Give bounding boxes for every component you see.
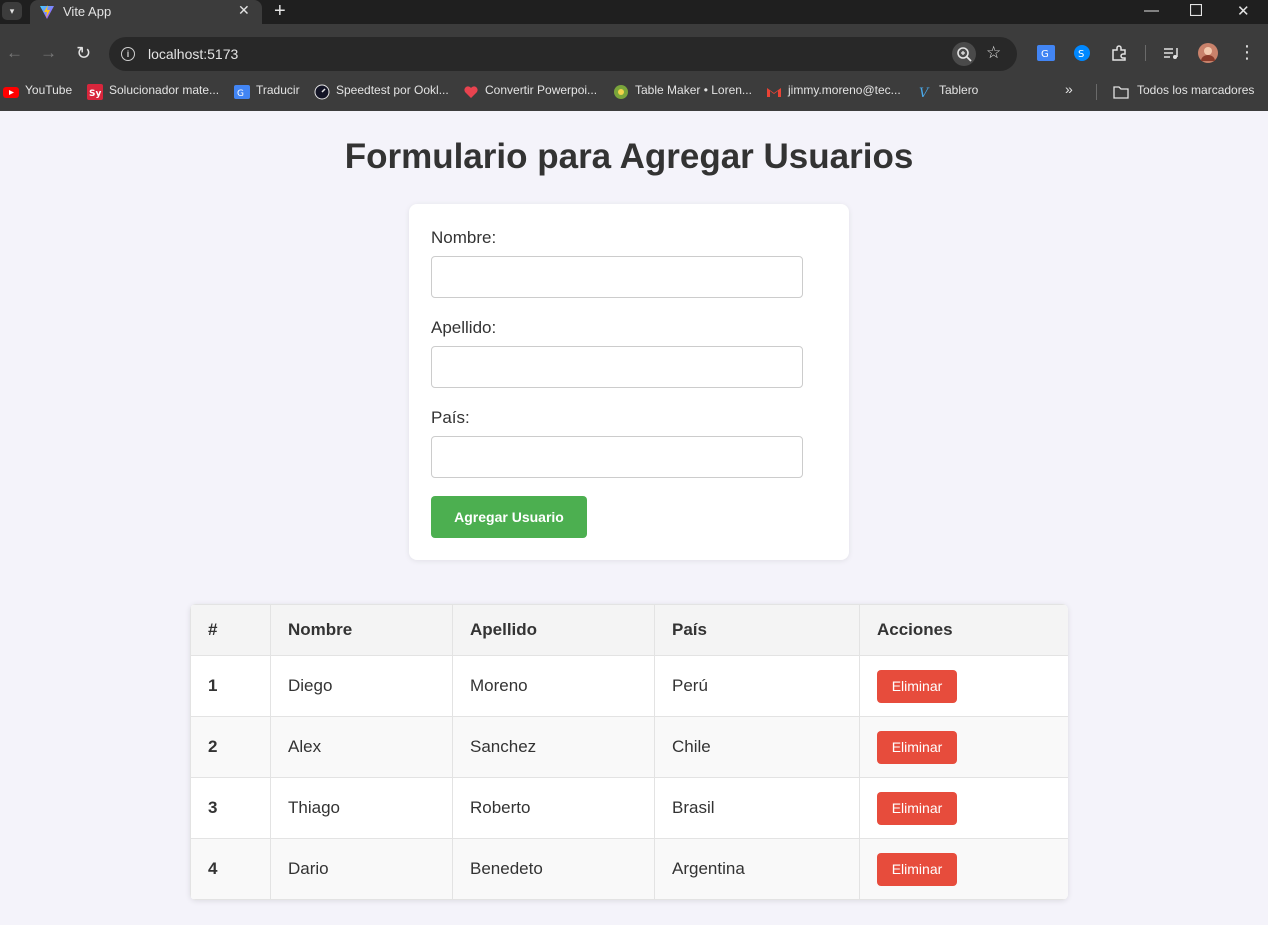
tablero-icon: V [919,86,930,100]
gmail-icon [767,88,781,97]
row-index: 2 [190,716,271,778]
toolbar-divider [1145,45,1146,61]
back-icon[interactable]: ← [6,44,23,62]
page-title: Formulario para Agregar Usuarios [344,137,914,176]
page-content: Formulario para Agregar Usuarios Nombre:… [0,111,1268,925]
all-bookmarks-folder[interactable]: Todos los marcadores [1137,83,1254,97]
row-apellido: Moreno [452,655,655,717]
row-apellido: Sanchez [452,716,655,778]
url-text[interactable]: localhost:5173 [148,46,238,62]
row-actions: Eliminar [859,777,1068,839]
bookmark-gmail[interactable]: jimmy.moreno@tec... [788,83,901,97]
table-row: 1 Diego Moreno Perú Eliminar [190,655,1068,717]
tab-title: Vite App [63,4,112,19]
table-row: 3 Thiago Roberto Brasil Eliminar [190,777,1068,839]
header-index: # [190,604,271,656]
row-pais: Perú [654,655,860,717]
svg-text:V: V [919,86,930,100]
heart-icon [464,86,478,98]
svg-text:G: G [1041,49,1049,60]
zoom-icon[interactable] [952,42,976,66]
google-translate-extension-icon[interactable]: G [1037,44,1055,62]
shazam-extension-icon[interactable]: S [1073,44,1091,62]
bookmarks-bar: YouTube Sy Solucionador mate... G Traduc… [0,74,1268,111]
bookmark-star-icon[interactable]: ☆ [986,43,1001,63]
minimize-icon[interactable]: — [1144,2,1159,19]
delete-button[interactable]: Eliminar [877,791,957,825]
table-row: 4 Dario Benedeto Argentina Eliminar [190,838,1068,900]
user-form: Nombre: Apellido: País: Agregar Usuario [409,204,849,560]
speedtest-icon [314,84,330,100]
profile-avatar-icon[interactable] [1198,43,1218,63]
site-info-icon[interactable]: i [121,47,135,61]
forward-icon[interactable]: → [40,44,57,62]
pais-label: País: [431,408,470,427]
maximize-icon[interactable] [1189,3,1203,20]
row-actions: Eliminar [859,716,1068,778]
youtube-icon [3,87,19,98]
row-actions: Eliminar [859,838,1068,900]
bookmark-solucionador[interactable]: Solucionador mate... [109,83,219,97]
apellido-input[interactable] [431,346,803,388]
bookmark-speedtest[interactable]: Speedtest por Ookl... [336,83,449,97]
bookmark-convertir[interactable]: Convertir Powerpoi... [485,83,597,97]
apellido-label: Apellido: [431,318,497,337]
row-nombre: Dario [270,838,453,900]
address-bar[interactable]: i localhost:5173 ☆ [109,37,1017,71]
row-apellido: Benedeto [452,838,655,900]
row-index: 4 [190,838,271,900]
row-index: 3 [190,777,271,839]
svg-text:Sy: Sy [89,89,101,99]
table-header-row: # Nombre Apellido País Acciones [190,604,1068,656]
users-table: # Nombre Apellido País Acciones 1 Diego … [190,604,1068,900]
reload-icon[interactable]: ↻ [76,44,91,62]
new-tab-icon[interactable]: + [274,0,286,22]
svg-text:G: G [237,89,244,99]
row-pais: Brasil [654,777,860,839]
close-tab-icon[interactable]: ✕ [238,2,250,19]
table-row: 2 Alex Sanchez Chile Eliminar [190,716,1068,778]
vite-logo-icon [40,5,54,19]
bookmark-tablero[interactable]: Tablero [939,83,978,97]
extensions-puzzle-icon[interactable] [1110,44,1128,62]
delete-button[interactable]: Eliminar [877,669,957,703]
bookmark-youtube[interactable]: YouTube [25,83,72,97]
translate-icon: G [234,85,250,99]
nombre-label: Nombre: [431,228,497,247]
row-apellido: Roberto [452,777,655,839]
bookmark-table-maker[interactable]: Table Maker • Loren... [635,83,752,97]
media-control-icon[interactable] [1162,44,1180,62]
more-bookmarks-icon[interactable]: » [1065,81,1073,97]
folder-icon [1113,86,1129,99]
tab-search-button[interactable]: ▾ [2,2,22,20]
svg-text:S: S [1078,49,1084,60]
row-pais: Argentina [654,838,860,900]
users-table-container: # Nombre Apellido País Acciones 1 Diego … [190,604,1068,900]
table-maker-icon [614,85,628,99]
pais-input[interactable] [431,436,803,478]
nombre-input[interactable] [431,256,803,298]
header-nombre: Nombre [270,604,453,656]
row-pais: Chile [654,716,860,778]
close-window-icon[interactable]: ✕ [1237,2,1250,20]
browser-tab[interactable]: Vite App ✕ [30,0,262,24]
row-index: 1 [190,655,271,717]
row-nombre: Diego [270,655,453,717]
tab-strip: ▾ Vite App ✕ + — ✕ [0,0,1268,24]
row-actions: Eliminar [859,655,1068,717]
menu-kebab-icon[interactable]: ⋮ [1238,43,1256,61]
add-user-button[interactable]: Agregar Usuario [431,496,587,538]
symbolab-icon: Sy [87,84,103,100]
row-nombre: Alex [270,716,453,778]
header-acciones: Acciones [859,604,1068,656]
bookmarks-divider [1096,84,1097,100]
bookmark-traducir[interactable]: Traducir [256,83,300,97]
row-nombre: Thiago [270,777,453,839]
delete-button[interactable]: Eliminar [877,852,957,886]
header-pais: País [654,604,860,656]
delete-button[interactable]: Eliminar [877,730,957,764]
header-apellido: Apellido [452,604,655,656]
